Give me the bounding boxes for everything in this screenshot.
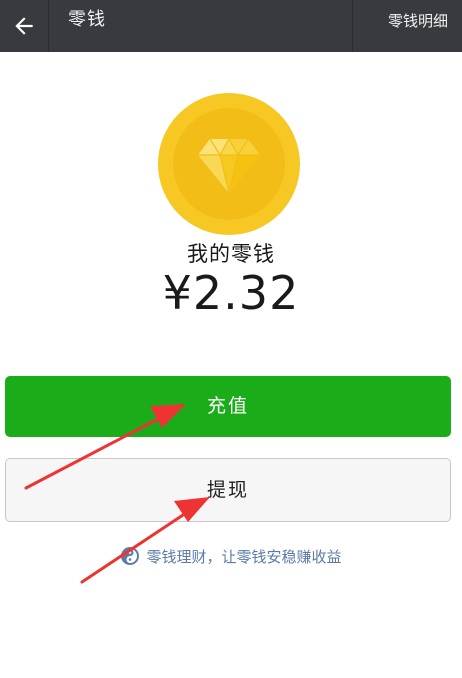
- top-bar: 零钱 零钱明细: [0, 0, 462, 52]
- back-arrow-icon: [15, 17, 33, 35]
- balance-amount: ¥2.32: [162, 266, 300, 320]
- coin-face: [173, 108, 285, 220]
- header-divider: [48, 0, 49, 52]
- recharge-button[interactable]: 充值: [5, 376, 451, 437]
- diamond-icon: [198, 137, 260, 194]
- coin-icon: [158, 93, 300, 235]
- withdraw-button[interactable]: 提现: [5, 458, 451, 522]
- wealth-promo-link[interactable]: 零钱理财，让零钱安稳赚收益: [0, 543, 462, 569]
- page-title: 零钱: [68, 9, 106, 30]
- back-button[interactable]: [0, 0, 48, 52]
- balance-label: 我的零钱: [187, 242, 275, 266]
- wealth-management-icon: [121, 547, 140, 565]
- header-divider: [352, 0, 353, 52]
- balance-detail-link[interactable]: 零钱明细: [388, 0, 448, 52]
- wealth-promo-text: 零钱理财，让零钱安稳赚收益: [146, 547, 342, 566]
